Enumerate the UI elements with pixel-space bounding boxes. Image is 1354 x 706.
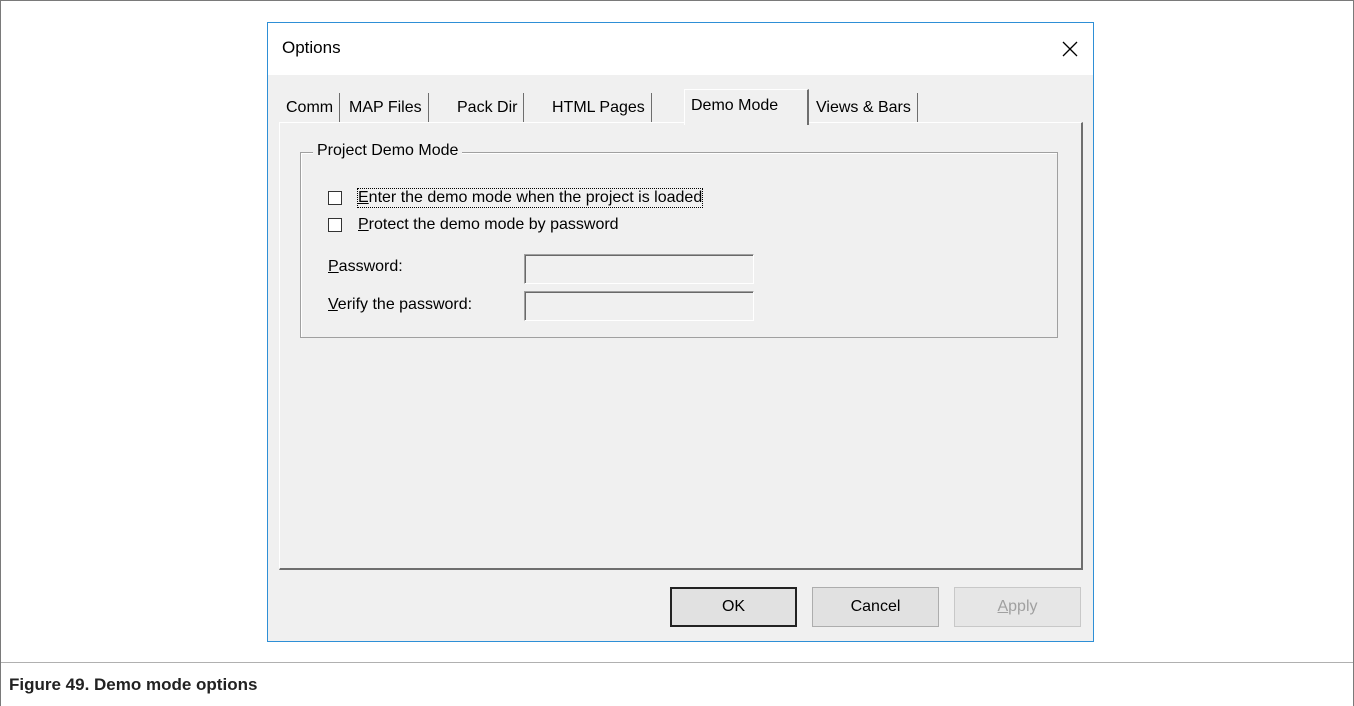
protect-demo-label: Protect the demo mode by password: [358, 216, 619, 233]
title-bar: Options: [268, 23, 1093, 75]
figure-caption-bar: Figure 49. Demo mode options: [1, 662, 1353, 706]
enter-demo-checkbox[interactable]: [328, 191, 342, 205]
tab-label: HTML Pages: [552, 99, 645, 116]
verify-password-label: Verify the password:: [328, 296, 473, 313]
group-project-demo-mode: Project Demo Mode Enter the demo mode wh…: [300, 142, 1058, 338]
options-dialog: Options Comm MAP Files Pack Dir HTML Pag…: [267, 22, 1094, 642]
tab-pack-dir[interactable]: Pack Dir: [451, 93, 525, 123]
group-title: Project Demo Mode: [313, 142, 463, 160]
apply-label: Apply: [997, 598, 1038, 615]
tab-panel-demo-mode: Project Demo Mode Enter the demo mode wh…: [279, 122, 1083, 570]
verify-password-field[interactable]: [524, 291, 754, 321]
protect-demo-checkbox[interactable]: [328, 218, 342, 232]
enter-demo-checkbox-row[interactable]: Enter the demo mode when the project is …: [328, 187, 704, 209]
close-button[interactable]: [1047, 23, 1093, 75]
tab-label: Views & Bars: [816, 99, 911, 116]
tab-label: MAP Files: [349, 99, 422, 116]
tab-label: Comm: [286, 99, 334, 116]
enter-demo-label: Enter the demo mode when the project is …: [356, 188, 704, 208]
dialog-title: Options: [282, 38, 341, 57]
close-icon: [1062, 41, 1078, 57]
tab-comm[interactable]: Comm: [280, 93, 341, 123]
figure-caption: Figure 49. Demo mode options: [9, 675, 258, 694]
ok-label: OK: [721, 598, 746, 615]
cancel-button[interactable]: Cancel: [812, 587, 939, 627]
ok-button[interactable]: OK: [670, 587, 797, 627]
tab-label: Pack Dir: [457, 99, 518, 116]
cancel-label: Cancel: [850, 598, 901, 615]
password-field[interactable]: [524, 254, 754, 284]
password-label: Password:: [328, 258, 403, 275]
apply-button[interactable]: Apply: [954, 587, 1081, 627]
tab-html-pages[interactable]: HTML Pages: [546, 93, 652, 123]
tab-label: Demo Mode: [691, 97, 779, 114]
protect-demo-checkbox-row[interactable]: Protect the demo mode by password: [328, 214, 619, 236]
tab-demo-mode[interactable]: Demo Mode: [684, 89, 809, 125]
tab-map-files[interactable]: MAP Files: [343, 93, 429, 123]
tab-views-bars[interactable]: Views & Bars: [810, 93, 918, 123]
